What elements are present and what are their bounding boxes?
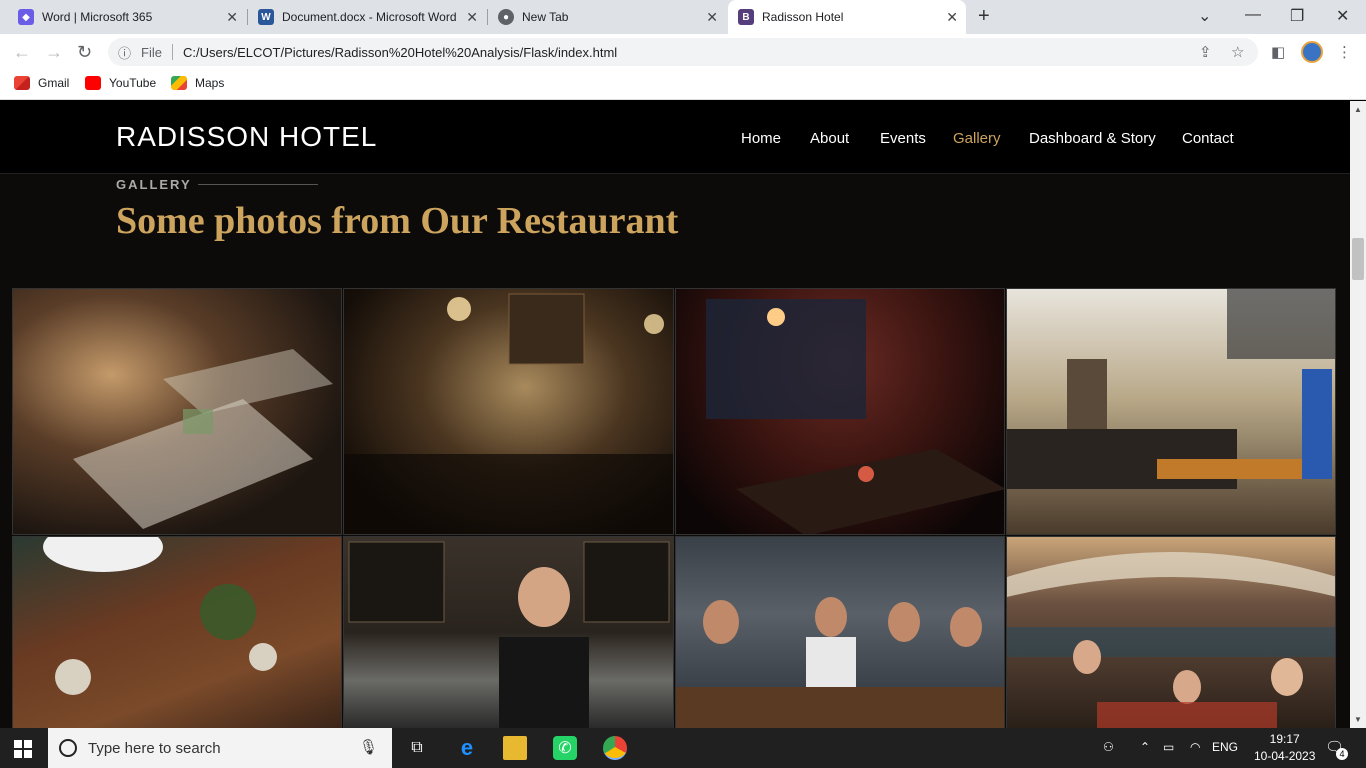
address-divider: [171, 44, 173, 60]
photo-illustration: [706, 299, 1004, 534]
section-divider: [198, 184, 318, 185]
beer-taps-server-photo[interactable]: [343, 536, 674, 728]
word-icon: W: [258, 9, 274, 25]
share-icon[interactable]: ⇪: [1199, 43, 1212, 61]
info-icon[interactable]: ⓘ: [118, 43, 131, 62]
restaurant-tables-photo[interactable]: [12, 288, 342, 535]
gmail-icon: [14, 76, 30, 90]
tab-title: Word | Microsoft 365: [42, 10, 153, 24]
bookmarks-bar: Gmail YouTube Maps: [0, 70, 1366, 100]
close-icon[interactable]: ✕: [226, 9, 238, 26]
task-view-icon[interactable]: ⧉: [405, 736, 429, 760]
tab-title: Document.docx - Microsoft Word: [282, 10, 457, 24]
dining-table-overhead-photo[interactable]: [12, 536, 342, 728]
youtube-icon: [85, 76, 101, 90]
browser-tab-strip: ◆ Word | Microsoft 365 ✕ W Document.docx…: [0, 0, 1366, 34]
tab-radisson-hotel[interactable]: B Radisson Hotel ✕: [728, 0, 966, 34]
search-placeholder: Type here to search: [88, 739, 221, 757]
close-icon[interactable]: ✕: [466, 9, 478, 26]
tab-word-365[interactable]: ◆ Word | Microsoft 365 ✕: [8, 0, 246, 34]
bar-interior-photo[interactable]: [343, 288, 674, 535]
url-text[interactable]: C:/Users/ELCOT/Pictures/Radisson%20Hotel…: [183, 45, 617, 60]
photo-illustration: [1007, 289, 1335, 489]
scroll-down-icon[interactable]: ▼: [1354, 715, 1362, 724]
page-scrollbar[interactable]: ▲ ▼: [1350, 101, 1366, 728]
windows-start-icon[interactable]: [14, 740, 32, 758]
microphone-icon[interactable]: 🎙: [359, 738, 378, 756]
nav-dashboard-story[interactable]: Dashboard & Story: [1029, 130, 1156, 147]
new-tab-button[interactable]: +: [978, 5, 990, 28]
photo-illustration: [43, 537, 277, 695]
photo-illustration: [73, 349, 333, 529]
taskbar-search-box[interactable]: Type here to search 🎙: [48, 728, 392, 768]
whatsapp-icon[interactable]: ✆: [553, 736, 577, 760]
close-icon[interactable]: ✕: [706, 9, 718, 26]
section-label: GALLERY: [116, 177, 192, 192]
bookmark-maps[interactable]: Maps: [171, 76, 224, 90]
address-bar[interactable]: ⓘ File C:/Users/ELCOT/Pictures/Radisson%…: [108, 38, 1258, 66]
bookmark-label: Gmail: [38, 76, 70, 90]
bookmark-label: YouTube: [109, 76, 157, 90]
reload-icon[interactable]: ↻: [77, 42, 92, 63]
search-icon: [59, 739, 77, 757]
section-title: Some photos from Our Restaurant: [116, 200, 679, 242]
photo-illustration: [1007, 552, 1335, 728]
site-brand[interactable]: RADISSON HOTEL: [116, 121, 377, 153]
battery-icon[interactable]: ▭: [1163, 740, 1174, 754]
bookmark-label: Maps: [195, 76, 225, 90]
nav-events[interactable]: Events: [880, 130, 926, 147]
menu-dots-icon[interactable]: ⋮: [1337, 43, 1352, 61]
outdoor-celebration-photo[interactable]: [1006, 536, 1336, 728]
taskbar-clock[interactable]: 19:17 10-04-2023: [1254, 731, 1315, 765]
people-icon[interactable]: ⚇: [1103, 740, 1114, 754]
scheme-label: File: [141, 44, 162, 60]
nav-about[interactable]: About: [810, 130, 849, 147]
photo-illustration: [676, 597, 1004, 728]
microsoft365-icon: ◆: [18, 9, 34, 25]
nav-gallery[interactable]: Gallery: [953, 130, 1001, 147]
bookmark-star-icon[interactable]: ☆: [1231, 43, 1244, 61]
bootstrap-icon: B: [738, 9, 754, 25]
close-icon[interactable]: ✕: [946, 9, 958, 26]
nav-contact[interactable]: Contact: [1182, 130, 1234, 147]
bookmark-gmail[interactable]: Gmail: [14, 76, 69, 90]
wifi-icon[interactable]: ◠: [1190, 740, 1200, 754]
web-page: RADISSON HOTEL Home About Events Gallery…: [0, 101, 1350, 728]
profile-avatar[interactable]: [1301, 41, 1323, 63]
nav-home[interactable]: Home: [741, 130, 781, 147]
forward-arrow-icon[interactable]: →: [45, 42, 63, 63]
scrollbar-thumb[interactable]: [1352, 238, 1364, 280]
close-window-button[interactable]: ✕: [1336, 6, 1349, 26]
tab-document-docx[interactable]: W Document.docx - Microsoft Word ✕: [248, 0, 486, 34]
side-panel-icon[interactable]: ◧: [1271, 43, 1285, 61]
photo-illustration: [348, 541, 670, 728]
photo-illustration: [344, 293, 673, 534]
chrome-icon: ●: [498, 9, 514, 25]
wine-glasses-table-photo[interactable]: [675, 288, 1005, 535]
bookmark-youtube[interactable]: YouTube: [85, 76, 156, 90]
friends-patio-photo[interactable]: [675, 536, 1005, 728]
tab-search-icon[interactable]: ⌄: [1198, 6, 1211, 26]
site-header: RADISSON HOTEL Home About Events Gallery…: [0, 101, 1350, 174]
edge-icon[interactable]: e: [455, 735, 479, 760]
file-explorer-icon[interactable]: [503, 736, 527, 760]
windows-taskbar: Type here to search 🎙 ⧉ e ✆ ⚇ ⌃ ▭ ◠ ENG …: [0, 728, 1366, 768]
tab-title: Radisson Hotel: [762, 10, 844, 24]
clock-date: 10-04-2023: [1254, 749, 1316, 763]
back-arrow-icon[interactable]: ←: [13, 42, 31, 63]
maximize-button[interactable]: ❐: [1290, 6, 1304, 26]
browser-toolbar: ← → ↻ ⓘ File C:/Users/ELCOT/Pictures/Rad…: [0, 34, 1366, 70]
language-indicator[interactable]: ENG: [1212, 740, 1238, 754]
chrome-taskbar-icon[interactable]: [603, 736, 627, 760]
tab-new-tab[interactable]: ● New Tab ✕: [488, 0, 726, 34]
notification-count: 4: [1336, 748, 1348, 760]
show-hidden-icons[interactable]: ⌃: [1140, 740, 1150, 754]
scroll-up-icon[interactable]: ▲: [1354, 105, 1362, 114]
maps-icon: [171, 76, 187, 90]
tab-title: New Tab: [522, 10, 569, 24]
minimize-button[interactable]: —: [1245, 6, 1261, 24]
clock-time: 19:17: [1269, 732, 1300, 746]
cafe-counter-photo[interactable]: [1006, 288, 1336, 535]
